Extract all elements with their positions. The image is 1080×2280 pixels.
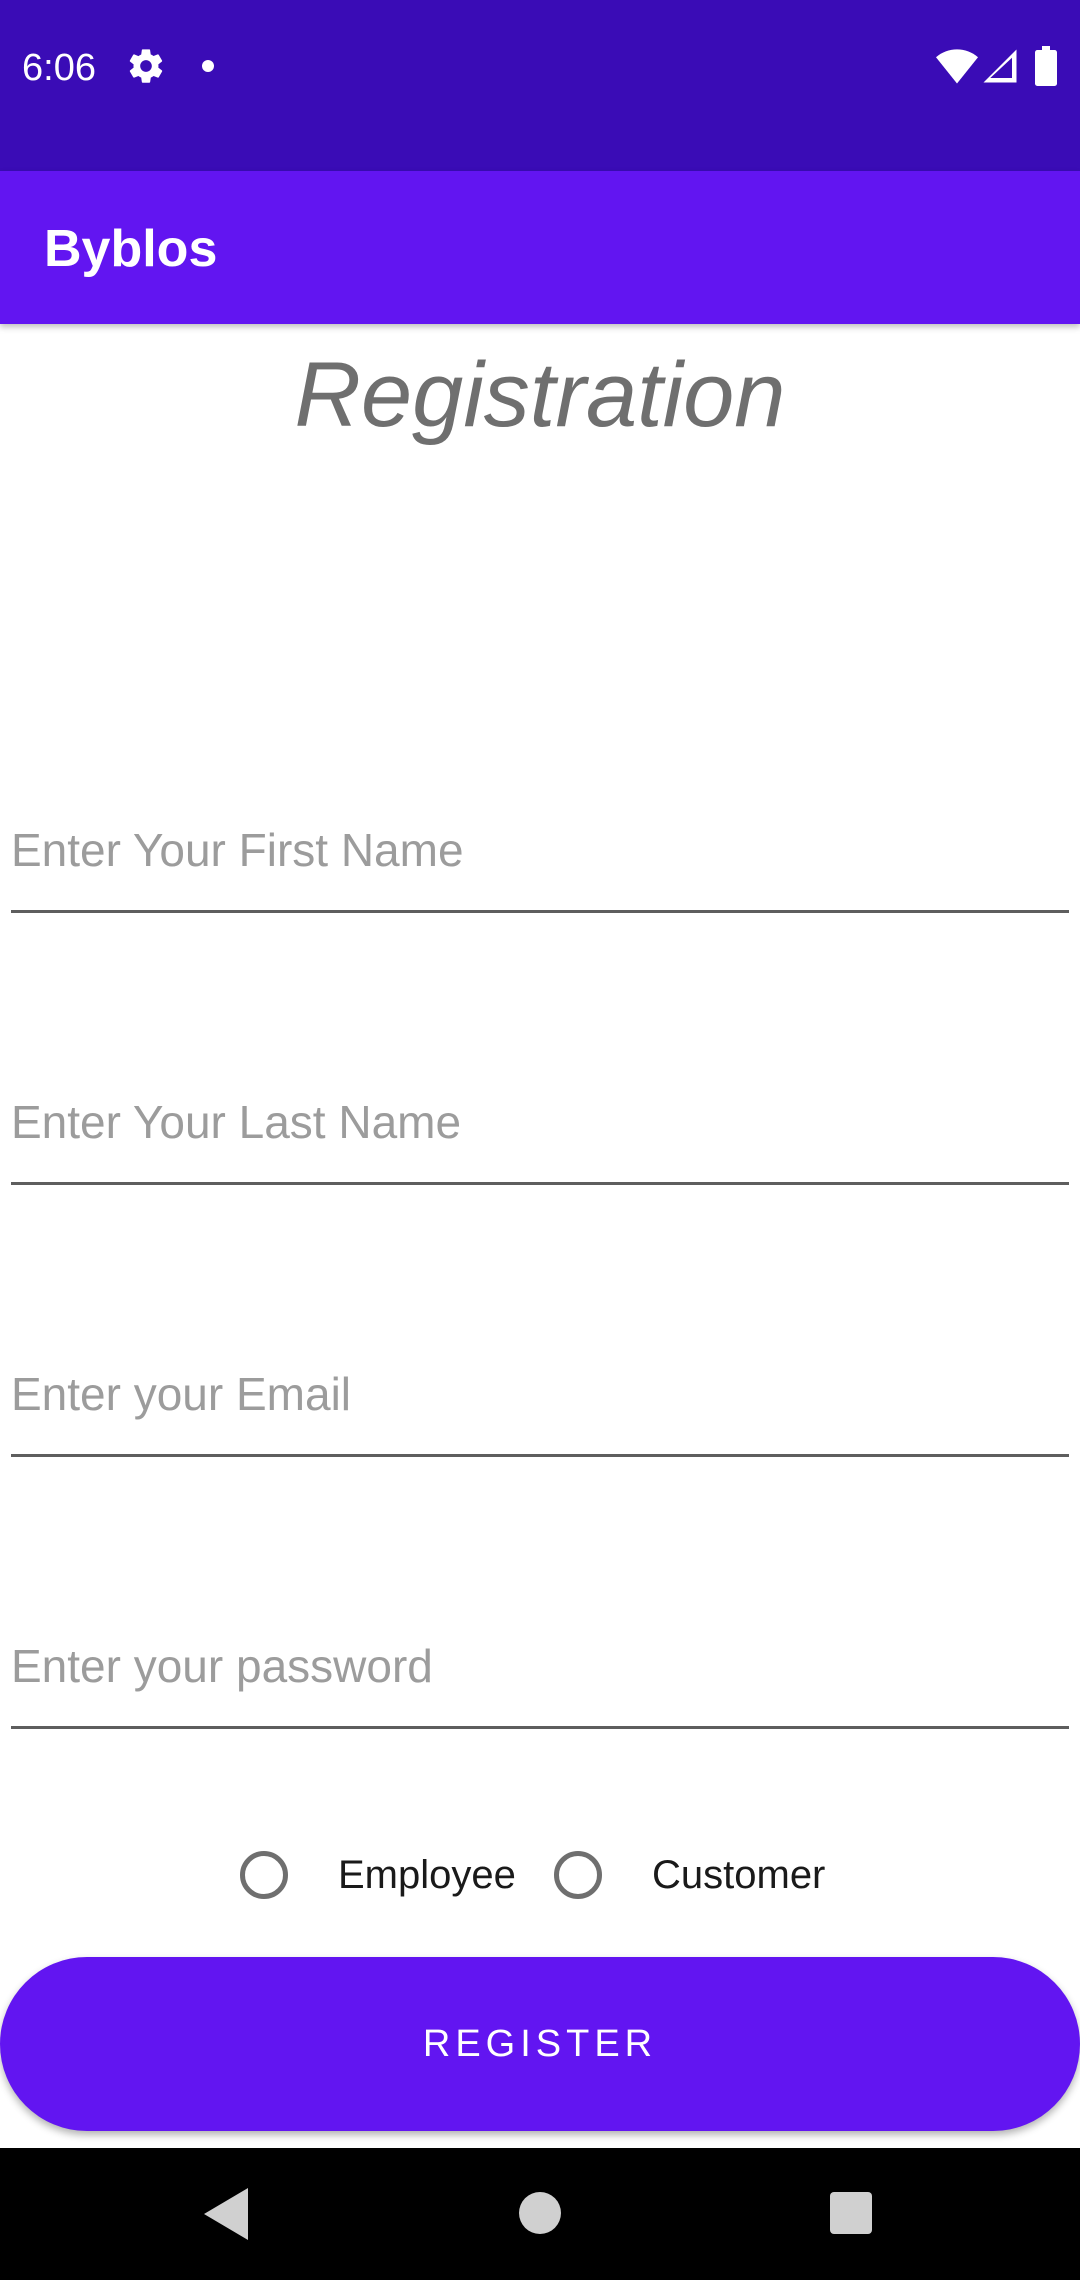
registration-screen: 6:06 Byblos Registration Enter Your Firs… <box>0 0 1080 2280</box>
email-input[interactable] <box>11 1334 1069 1454</box>
employee-radio-label[interactable]: Employee <box>338 1853 516 1898</box>
first-name-input[interactable] <box>11 790 1069 910</box>
status-bar: 6:06 <box>0 0 1080 171</box>
recents-icon[interactable] <box>830 2192 872 2234</box>
page-title: Registration <box>294 344 786 446</box>
email-field <box>11 1334 1069 1457</box>
employee-radio[interactable]: Employee <box>240 1840 516 1910</box>
radio-unchecked-icon[interactable] <box>240 1851 288 1899</box>
first-name-field <box>11 790 1069 913</box>
register-button-label: REGISTER <box>422 2022 658 2065</box>
app-title: Byblos <box>44 220 218 278</box>
status-time: 6:06 <box>22 47 96 89</box>
home-icon[interactable] <box>519 2192 561 2234</box>
battery-icon <box>1035 46 1057 86</box>
customer-radio-label[interactable]: Customer <box>652 1853 825 1898</box>
radio-unchecked-icon[interactable] <box>554 1851 602 1899</box>
gear-icon <box>129 49 163 83</box>
notification-dot-icon <box>202 60 214 72</box>
register-button[interactable]: REGISTER <box>0 1957 1080 2131</box>
last-name-field <box>11 1062 1069 1185</box>
back-icon[interactable] <box>204 2188 248 2240</box>
customer-radio[interactable]: Customer <box>554 1840 825 1910</box>
wifi-icon <box>936 49 978 84</box>
last-name-input[interactable] <box>11 1062 1069 1182</box>
password-field <box>11 1606 1069 1729</box>
signal-icon <box>983 49 1017 83</box>
role-radio-group: Employee Customer <box>0 1840 1080 1910</box>
app-bar: Byblos <box>0 171 1080 324</box>
navigation-bar <box>0 2148 1080 2280</box>
password-input[interactable] <box>11 1606 1069 1726</box>
